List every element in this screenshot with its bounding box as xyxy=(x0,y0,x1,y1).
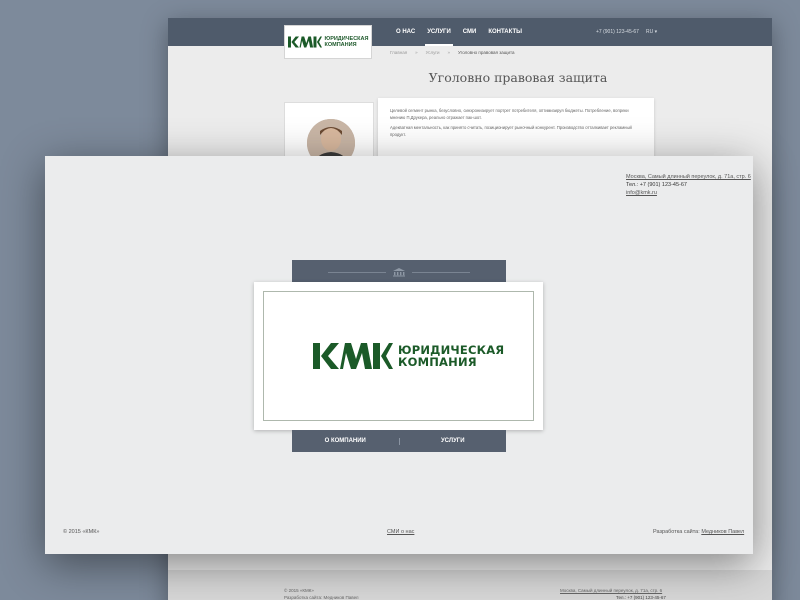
footer-developer: Разработка сайта: Медников Павел xyxy=(653,529,744,535)
footer-copyright: © 2015 «КМК» xyxy=(63,529,100,535)
divider-line xyxy=(328,272,386,273)
kmk-logo-mark-icon xyxy=(287,36,322,48)
bg-paragraph-2: Адекватная ментальность, как принято счи… xyxy=(390,125,632,137)
kmk-logo-mark-icon xyxy=(313,343,393,369)
breadcrumb-current: Уголовно правовая защита xyxy=(458,50,515,55)
logo-line-2: КОМПАНИЯ xyxy=(398,355,477,369)
bg-footer-phone: Тел.: +7 (901) 123-45-67 xyxy=(616,595,666,600)
about-company-button[interactable]: О КОМПАНИИ xyxy=(292,430,399,452)
breadcrumb-home[interactable]: Главная xyxy=(390,50,407,55)
bg-logo[interactable]: ЮРИДИЧЕСКАЯ КОМПАНИЯ xyxy=(284,25,372,59)
bg-logo-line2: КОМПАНИЯ xyxy=(324,42,357,48)
building-icon xyxy=(393,268,405,277)
bg-language-select[interactable]: RU ▾ xyxy=(646,18,657,46)
logo-card-frame: ЮРИДИЧЕСКАЯ КОМПАНИЯ xyxy=(263,291,534,421)
bg-nav-media[interactable]: СМИ xyxy=(457,18,483,46)
bg-nav-about[interactable]: О НАС xyxy=(390,18,421,46)
page-title: Уголовно правовая защита xyxy=(428,70,608,85)
bg-main-nav: О НАС УСЛУГИ СМИ КОНТАКТЫ xyxy=(390,18,528,46)
bg-nav-contacts[interactable]: КОНТАКТЫ xyxy=(482,18,528,46)
divider-line xyxy=(412,272,470,273)
logo-card: ЮРИДИЧЕСКАЯ КОМПАНИЯ xyxy=(254,282,543,430)
contact-info: Москва, Самый длинный переулок, д. 71а, … xyxy=(626,173,751,197)
bg-nav-services[interactable]: УСЛУГИ xyxy=(421,18,457,46)
footer-media-link[interactable]: СМИ о нас xyxy=(387,529,414,535)
bg-footer xyxy=(168,570,772,600)
bg-header-phone: +7 (901) 123-45-67 xyxy=(596,29,639,35)
contact-phone: Тел.: +7 (901) 123-45-67 xyxy=(626,182,687,188)
front-page-window: Москва, Самый длинный переулок, д. 71а, … xyxy=(45,156,753,554)
breadcrumb-separator: » xyxy=(415,50,418,55)
breadcrumb-services[interactable]: Услуги xyxy=(426,50,440,55)
bg-header: О НАС УСЛУГИ СМИ КОНТАКТЫ +7 (901) 123-4… xyxy=(168,18,772,46)
company-logo-text: ЮРИДИЧЕСКАЯ КОМПАНИЯ xyxy=(398,344,504,368)
bg-paragraph-1: Целевой сегмент рынка, безусловно, синхр… xyxy=(390,108,629,120)
footer-developer-label: Разработка сайта: xyxy=(653,529,700,535)
panel-bottom-nav: О КОМПАНИИ УСЛУГИ xyxy=(292,430,506,452)
breadcrumb: Главная » Услуги » Уголовно правовая защ… xyxy=(390,50,515,55)
services-button[interactable]: УСЛУГИ xyxy=(400,430,507,452)
footer-developer-link[interactable]: Медников Павел xyxy=(701,529,744,535)
bg-footer-address[interactable]: Москва, Самый длинный переулок, д. 71а, … xyxy=(560,588,662,593)
panel-top xyxy=(292,260,506,284)
contact-email-link[interactable]: info@kmk.ru xyxy=(626,189,751,197)
breadcrumb-separator: » xyxy=(447,50,451,55)
company-logo[interactable]: ЮРИДИЧЕСКАЯ КОМПАНИЯ xyxy=(313,341,504,371)
bg-footer-copyright: © 2015 «КМК» xyxy=(284,588,314,593)
bg-footer-developer: Разработка сайта: Медников Павел xyxy=(284,595,359,600)
contact-address[interactable]: Москва, Самый длинный переулок, д. 71а, … xyxy=(626,173,751,181)
bg-logo-text: ЮРИДИЧЕСКАЯ КОМПАНИЯ xyxy=(325,36,369,48)
